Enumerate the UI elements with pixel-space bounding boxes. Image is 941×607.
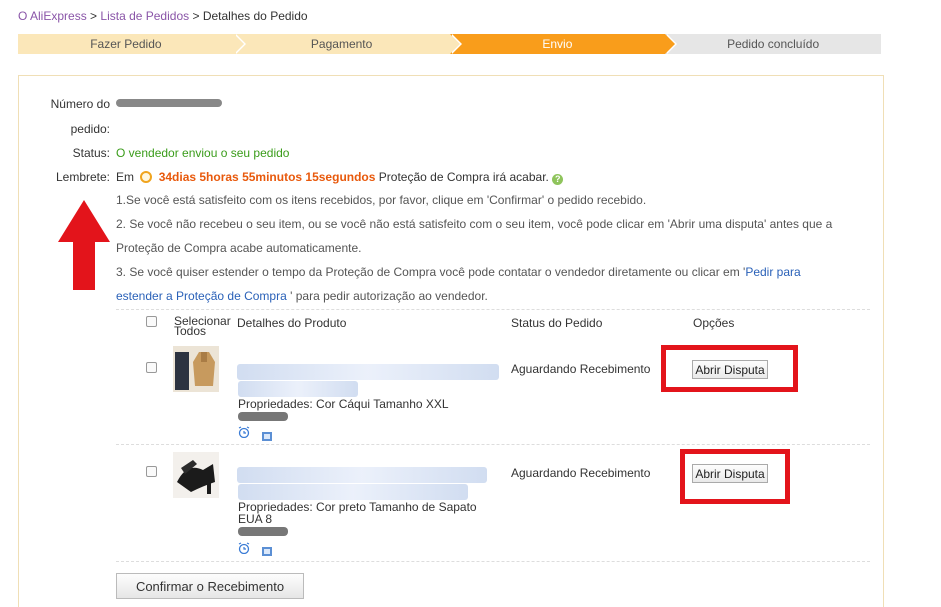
product-properties-line-2: EUA 8 — [238, 512, 273, 526]
step-arrow — [449, 34, 460, 54]
red-up-arrow-icon — [58, 200, 110, 290]
redacted-product-title — [237, 467, 487, 483]
redacted-order-number — [116, 99, 222, 107]
order-number-label: Número do — [50, 97, 110, 111]
highlight-box — [661, 345, 798, 392]
step-place-order: Fazer Pedido — [18, 34, 246, 54]
step-payment: Pagamento — [233, 34, 462, 54]
step-label: Fazer Pedido — [90, 37, 162, 51]
status-label: Status: — [72, 146, 110, 160]
product-properties-line-1: Propriedades: Cor Cáqui Tamanho XXL — [238, 397, 449, 411]
highlight-box — [680, 449, 790, 504]
col-options: Opções — [693, 316, 735, 330]
reminder-prefix: Em — [116, 170, 134, 184]
breadcrumb-home-link[interactable]: O AliExpress — [18, 9, 87, 23]
order-item-status: Aguardando Recebimento — [511, 362, 651, 376]
reminder-line-3-end: ' para pedir autorização ao vendedor. — [290, 289, 488, 303]
extend-protection-link-cont[interactable]: estender a Proteção de Compra — [116, 289, 287, 303]
alarm-clock-icon[interactable] — [238, 426, 250, 438]
redacted-seller — [238, 412, 288, 422]
coat-product-image — [173, 346, 219, 392]
reminder-line-2: 2. Se você não recebeu o seu item, ou se… — [116, 217, 833, 231]
redacted-product-title — [237, 364, 499, 380]
reminder-line-2-cont: Proteção de Compra acabe automaticamente… — [116, 241, 362, 255]
photo-icon[interactable] — [261, 545, 273, 557]
redacted-product-title — [238, 484, 468, 500]
breadcrumb-orders-link[interactable]: Lista de Pedidos — [100, 9, 189, 23]
alarm-clock-icon[interactable] — [238, 542, 250, 554]
breadcrumb-separator: > — [189, 9, 203, 23]
order-progress-steps: Fazer Pedido Pagamento Envio Pedido conc… — [18, 34, 881, 54]
reminder-line-3-text: 3. Se você quiser estender o tempo da Pr… — [116, 265, 746, 279]
step-completed: Pedido concluído — [665, 34, 881, 54]
order-item-status: Aguardando Recebimento — [511, 466, 651, 480]
step-arrow — [233, 34, 244, 54]
product-properties-line-1: Propriedades: Cor preto Tamanho de Sapat… — [238, 500, 477, 514]
reminder-line-3: 3. Se você quiser estender o tempo da Pr… — [116, 260, 876, 284]
step-arrow — [665, 34, 676, 54]
photo-icon[interactable] — [261, 430, 273, 442]
redacted-product-title — [238, 381, 358, 397]
reminder-label: Lembrete: — [55, 170, 110, 184]
reminder-line-1: 1.Se você está satisfeito com os itens r… — [116, 193, 647, 207]
confirm-receipt-button[interactable]: Confirmar o Recebimento — [116, 573, 304, 599]
product-properties: Propriedades: Cor Cáqui Tamanho XXL — [238, 398, 508, 422]
reminder-line-3-cont: estender a Proteção de Compra ' para ped… — [116, 284, 876, 308]
breadcrumb-current: Detalhes do Pedido — [202, 9, 308, 23]
countdown-time: 34dias 5horas 55minutos 15segundos — [158, 170, 376, 184]
product-thumbnail-coat[interactable] — [173, 346, 219, 392]
step-label: Pagamento — [310, 37, 373, 51]
row-checkbox[interactable] — [146, 362, 157, 373]
product-properties: Propriedades: Cor preto Tamanho de Sapat… — [238, 501, 508, 537]
help-icon[interactable]: ? — [552, 174, 564, 185]
redacted-seller — [238, 527, 288, 537]
extend-protection-link[interactable]: Pedir para — [745, 265, 800, 279]
breadcrumb: O AliExpress > Lista de Pedidos > Detalh… — [18, 9, 308, 23]
clock-icon — [140, 171, 153, 183]
step-label: Pedido concluído — [727, 37, 820, 51]
order-number-label-cont: pedido: — [70, 122, 110, 136]
divider — [116, 444, 870, 445]
step-label: Envio — [542, 37, 573, 51]
divider — [116, 561, 870, 562]
select-all-label: Selecionar Todos — [174, 315, 231, 337]
row-checkbox[interactable] — [146, 466, 157, 477]
reminder-countdown: Em 34dias 5horas 55minutos 15segundos Pr… — [116, 170, 564, 185]
order-status-value: O vendedor enviou o seu pedido — [116, 146, 290, 160]
reminder-suffix: Proteção de Compra irá acabar. — [378, 170, 549, 184]
step-shipping: Envio — [449, 34, 678, 54]
product-thumbnail-shoe[interactable] — [173, 452, 219, 498]
col-order-status: Status do Pedido — [511, 316, 603, 330]
col-product-details: Detalhes do Produto — [237, 316, 347, 330]
select-all-checkbox[interactable] — [146, 316, 157, 327]
divider — [116, 309, 870, 310]
shoe-product-image — [173, 452, 219, 498]
breadcrumb-separator: > — [86, 9, 101, 23]
